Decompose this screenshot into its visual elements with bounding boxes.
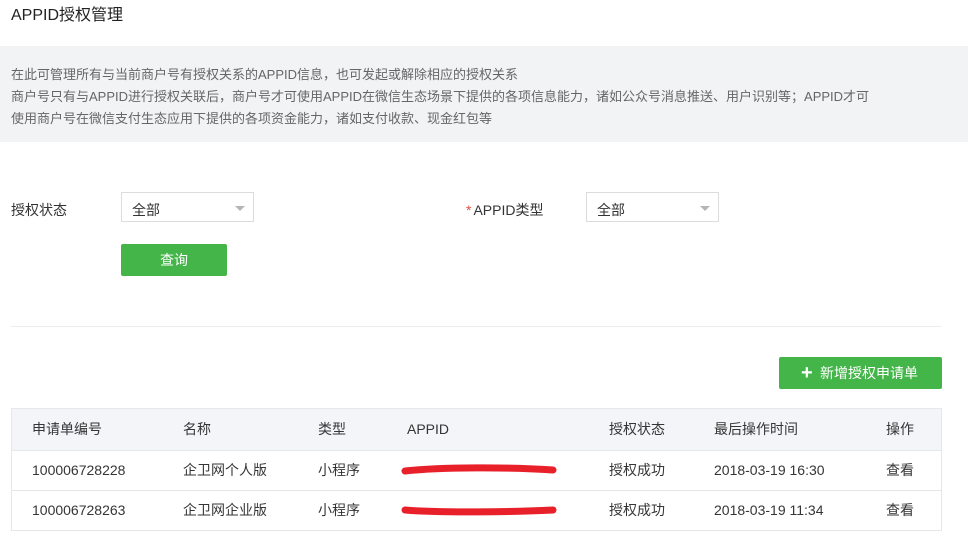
status-filter-label: 授权状态 [11, 202, 67, 218]
row-name: 企卫网企业版 [183, 502, 267, 518]
table-header: 申请单编号 名称 类型 APPID 授权状态 最后操作时间 操作 [12, 409, 941, 451]
column-header-appid: APPID [407, 421, 450, 437]
type-filter-select[interactable]: 全部 [586, 192, 719, 222]
row-name: 企卫网个人版 [183, 462, 267, 478]
view-link[interactable]: 查看 [886, 451, 914, 490]
status-filter-select[interactable]: 全部 [121, 192, 254, 222]
caret-down-icon [700, 206, 710, 211]
status-filter-value: 全部 [132, 202, 160, 218]
page-title: APPID授权管理 [11, 7, 124, 24]
column-header-name: 名称 [183, 421, 211, 437]
info-line-3: 使用商户号在微信支付生态应用下提供的各项资金能力，诸如支付收款、现金红包等 [11, 111, 493, 126]
row-type: 小程序 [318, 502, 360, 518]
authorization-table: 申请单编号 名称 类型 APPID 授权状态 最后操作时间 操作 1000067… [11, 408, 942, 531]
plus-icon: + [801, 362, 813, 384]
row-id: 100006728263 [32, 502, 126, 518]
row-id: 100006728228 [32, 462, 126, 478]
query-button[interactable]: 查询 [121, 244, 227, 276]
info-line-1: 在此可管理所有与当前商户号有授权关系的APPID信息，也可发起或解除相应的授权关… [11, 67, 519, 82]
redacted-appid [401, 506, 557, 516]
row-type: 小程序 [318, 462, 360, 478]
type-filter-label-text: APPID类型 [473, 202, 544, 218]
add-authorization-button[interactable]: + 新增授权申请单 [779, 357, 942, 389]
row-time: 2018-03-19 11:34 [714, 502, 824, 518]
row-status: 授权成功 [609, 462, 665, 478]
column-header-type: 类型 [318, 421, 346, 437]
section-divider [11, 326, 941, 327]
required-mark: * [466, 202, 472, 218]
table-row: 100006728228 企卫网个人版 小程序 授权成功 2018-03-19 … [12, 451, 941, 491]
type-filter-value: 全部 [597, 202, 625, 218]
add-authorization-label: 新增授权申请单 [820, 365, 918, 381]
redacted-appid [401, 464, 557, 475]
column-header-action: 操作 [886, 421, 914, 437]
table-row: 100006728263 企卫网企业版 小程序 授权成功 2018-03-19 … [12, 491, 941, 530]
view-link[interactable]: 查看 [886, 491, 914, 530]
info-line-2: 商户号只有与APPID进行授权关联后，商户号才可使用APPID在微信生态场景下提… [11, 89, 870, 104]
type-filter-label: * APPID类型 [466, 200, 543, 220]
info-notice: 在此可管理所有与当前商户号有授权关系的APPID信息，也可发起或解除相应的授权关… [0, 46, 968, 142]
column-header-id: 申请单编号 [32, 421, 102, 437]
column-header-time: 最后操作时间 [714, 421, 798, 437]
caret-down-icon [235, 206, 245, 211]
row-status: 授权成功 [609, 502, 665, 518]
row-time: 2018-03-19 16:30 [714, 462, 825, 478]
column-header-status: 授权状态 [609, 421, 665, 437]
